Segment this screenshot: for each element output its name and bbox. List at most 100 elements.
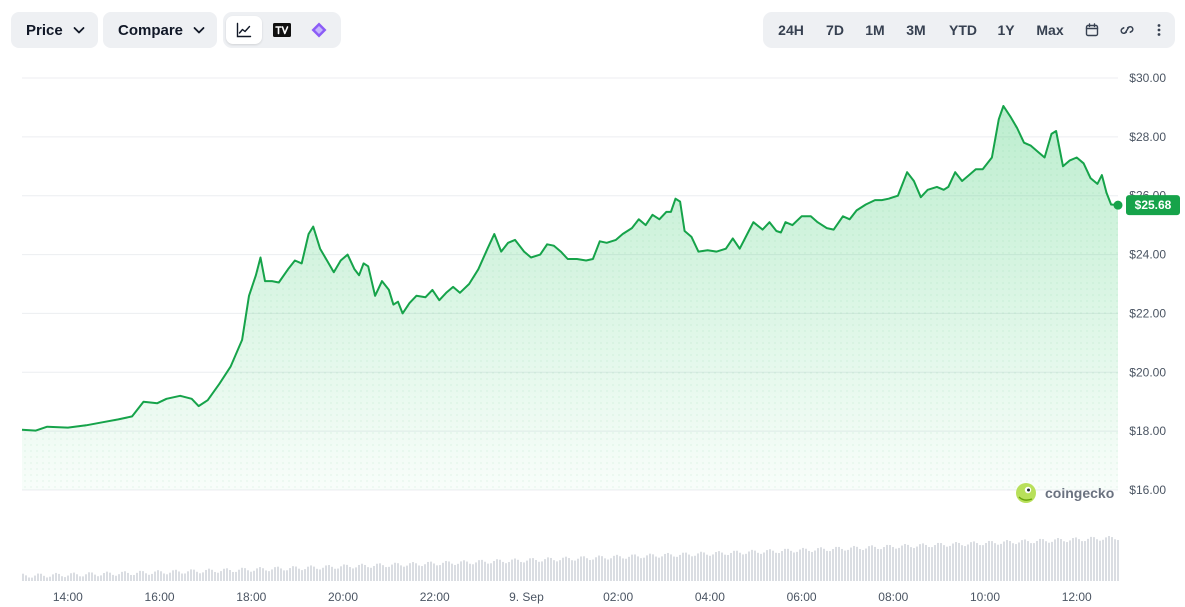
watermark-text: coingecko (1045, 485, 1114, 501)
volume-bar (829, 551, 831, 581)
diamond-button[interactable] (301, 16, 337, 44)
volume-bar (79, 576, 81, 581)
volume-bar (742, 554, 744, 581)
range-1m-button[interactable]: 1M (857, 16, 893, 44)
volume-bar (442, 562, 444, 581)
x-tick-label: 20:00 (328, 590, 358, 604)
volume-bar (472, 564, 474, 581)
range-max-button[interactable]: Max (1028, 16, 1072, 44)
volume-bar (253, 570, 255, 581)
volume-bar (259, 567, 261, 581)
volume-bar (283, 570, 285, 581)
calendar-icon (1085, 23, 1099, 37)
price-area (22, 106, 1118, 490)
volume-bar (436, 565, 438, 581)
volume-bar (1015, 544, 1017, 581)
volume-bar (796, 551, 798, 581)
volume-bar (1063, 541, 1065, 581)
volume-bar (1069, 540, 1071, 581)
volume-bar (1105, 537, 1107, 581)
volume-bar (1090, 536, 1092, 581)
range-3m-button[interactable]: 3M (897, 16, 935, 44)
volume-bar (82, 576, 84, 581)
volume-bar (844, 550, 846, 581)
volume-bar (178, 571, 180, 581)
x-tick-label: 9. Sep (509, 590, 544, 604)
volume-bar (772, 550, 774, 581)
volume-bar (112, 574, 114, 581)
volume-bar (937, 542, 939, 581)
volume-bar (220, 571, 222, 581)
volume-bar (919, 544, 921, 581)
volume-bar (928, 547, 930, 581)
volume-bar (421, 566, 423, 581)
volume-bar (322, 567, 324, 581)
volume-bar (1006, 540, 1008, 581)
range-24h-button[interactable]: 24H (767, 16, 815, 44)
tradingview-button[interactable] (264, 16, 300, 44)
volume-bar (478, 560, 480, 581)
compare-dropdown[interactable]: Compare (103, 12, 217, 48)
compare-dropdown-label: Compare (118, 21, 184, 39)
y-tick-label: $28.00 (1129, 130, 1166, 144)
current-price-badge: $25.68 (1126, 195, 1180, 216)
volume-bar (754, 550, 756, 581)
volume-bar (994, 543, 996, 581)
volume-bar (622, 558, 624, 581)
volume-bar (1009, 541, 1011, 581)
volume-bar (535, 559, 537, 581)
range-label: 24H (778, 22, 804, 38)
y-tick-label: $30.00 (1129, 71, 1166, 85)
volume-bar (550, 557, 552, 581)
y-tick-label: $26.00 (1129, 189, 1166, 203)
volume-bar (748, 551, 750, 581)
volume-bar (136, 572, 138, 581)
x-tick-label: 10:00 (970, 590, 1000, 604)
volume-bar (433, 563, 435, 581)
volume-bar (154, 571, 156, 581)
volume-bar (664, 553, 666, 581)
x-tick-label: 18:00 (236, 590, 266, 604)
volume-bar (316, 568, 318, 581)
volume-bar (883, 547, 885, 581)
volume-bar (673, 556, 675, 581)
volume-bar (394, 562, 396, 581)
volume-bar (559, 560, 561, 581)
volume-bar (655, 556, 657, 581)
volume-bar (328, 565, 330, 581)
share-link-button[interactable] (1113, 16, 1141, 44)
volume-bar (364, 564, 366, 581)
volume-bar (223, 568, 225, 581)
volume-bar (187, 571, 189, 581)
volume-bar (61, 576, 63, 581)
volume-bar (751, 549, 753, 581)
volume-bar (88, 572, 90, 581)
range-ytd-button[interactable]: YTD (941, 16, 985, 44)
range-7d-button[interactable]: 7D (817, 16, 853, 44)
line-chart-button[interactable] (226, 16, 262, 44)
volume-bar (1078, 539, 1080, 581)
line-chart-icon (236, 22, 252, 38)
y-tick-label: $16.00 (1129, 483, 1166, 497)
volume-bar (1039, 538, 1041, 581)
volume-bar (568, 558, 570, 581)
range-1y-button[interactable]: 1Y (990, 16, 1022, 44)
volume-bar (274, 567, 276, 581)
volume-bar (418, 565, 420, 581)
volume-bar (745, 553, 747, 581)
volume-bar (634, 554, 636, 581)
volume-bar (496, 559, 498, 581)
price-dropdown[interactable]: Price (11, 12, 98, 48)
volume-bar (55, 572, 57, 581)
volume-bar (586, 558, 588, 581)
volume-bar (181, 573, 183, 581)
calendar-button[interactable] (1078, 16, 1106, 44)
volume-bar (349, 567, 351, 581)
x-tick-label: 12:00 (1062, 590, 1092, 604)
volume-bar (193, 569, 195, 581)
chevron-down-icon (73, 27, 85, 34)
more-vertical-icon (1157, 24, 1161, 36)
more-options-button[interactable] (1145, 16, 1173, 44)
volume-bar (847, 549, 849, 581)
coingecko-watermark: coingecko (1016, 483, 1114, 503)
